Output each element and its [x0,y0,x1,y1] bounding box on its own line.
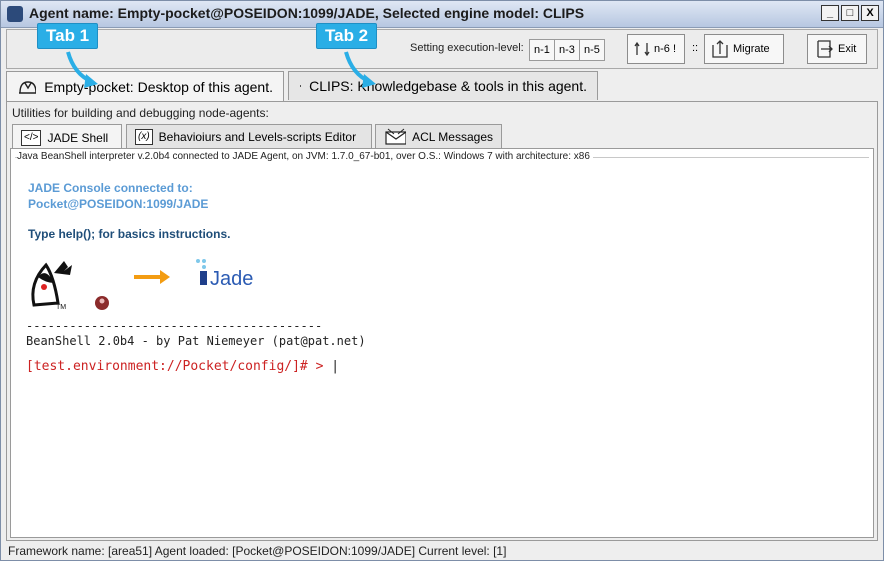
java-duke-logo: TM [31,261,109,311]
helmet-icon [19,81,37,94]
minimize-button[interactable]: _ [821,5,839,21]
console-connected-line: JADE Console connected to: [28,181,193,195]
tab-acl-messages[interactable]: ACL Messages [375,124,502,148]
tab2-callout-arrow [344,51,376,88]
exit-arrow-icon [817,40,833,58]
gear-icon [300,85,302,87]
tab-behaviours-label: Behavioiurs and Levels-scripts Editor [158,129,357,144]
utilities-label: Utilities for building and debugging nod… [12,106,269,120]
n3-button[interactable]: n-3 [554,39,580,61]
svg-text:Jade: Jade [210,268,253,289]
toolbar: Setting execution-level: n-1 n-3 n-5 n-6… [6,29,878,69]
text-cursor: | [331,359,340,374]
tab-jade-shell-label: JADE Shell [47,130,109,145]
n6-label: n-6 ! [654,43,677,55]
variable-icon: (x) [135,128,153,145]
interpreter-info: Java BeanShell interpreter v.2.0b4 conne… [17,151,593,162]
tab-behaviours-editor[interactable]: (x) Behavioiurs and Levels-scripts Edito… [126,124,372,148]
status-bar: Framework name: [area51] Agent loaded: [… [8,544,507,558]
migrate-label: Migrate [733,43,770,55]
console-prompt[interactable]: [test.environment://Pocket/config/]# > | [26,359,339,374]
exit-label: Exit [838,43,857,55]
migrate-button[interactable]: Migrate [704,34,784,64]
app-window: Agent name: Empty-pocket@POSEIDON:1099/J… [0,0,884,561]
code-icon: </> [21,129,42,146]
title-bar[interactable]: Agent name: Empty-pocket@POSEIDON:1099/J… [1,1,883,28]
toolbar-separator: :: [692,42,699,54]
tab1-callout: Tab 1 [37,23,99,49]
cycle-arrows-icon [634,41,650,57]
console-agent-line: Pocket@POSEIDON:1099/JADE [28,197,209,211]
console-help-line: Type help(); for basics instructions. [28,227,231,241]
prompt-text: [test.environment://Pocket/config/]# > [26,359,332,374]
envelope-icon [385,128,407,145]
tab-clips[interactable]: CLIPS: Knowledgebase & tools in this age… [288,71,598,100]
tab-jade-shell[interactable]: </> JADE Shell [12,124,122,150]
execution-level-label: Setting execution-level: [410,42,524,54]
beanshell-banner: BeanShell 2.0b4 - by Pat Niemeyer (pat@p… [26,334,366,348]
tab1-callout-arrow [66,51,98,88]
tab-desktop[interactable]: Empty-pocket: Desktop of this agent. [6,71,284,102]
maximize-button[interactable]: □ [841,5,859,21]
jade-logo: Jade [196,259,253,289]
window-title: Agent name: Empty-pocket@POSEIDON:1099/J… [29,5,585,21]
upload-arrow-icon [712,40,728,58]
exit-button[interactable]: Exit [807,34,867,64]
tab-acl-label: ACL Messages [412,129,493,144]
n1-button[interactable]: n-1 [529,39,555,61]
jade-shell-panel: Java BeanShell interpreter v.2.0b4 conne… [10,148,874,538]
arrow-right-icon [134,270,170,284]
desktop-panel: Utilities for building and debugging nod… [6,101,878,541]
close-button[interactable]: X [861,5,879,21]
app-icon [7,6,23,22]
n5-button[interactable]: n-5 [579,39,605,61]
console-separator: ----------------------------------------… [26,319,323,333]
tab2-callout: Tab 2 [316,23,378,49]
n6-button[interactable]: n-6 ! [627,34,685,64]
svg-text:TM: TM [56,304,66,311]
console-area[interactable]: JADE Console connected to: Pocket@POSEID… [20,171,860,531]
